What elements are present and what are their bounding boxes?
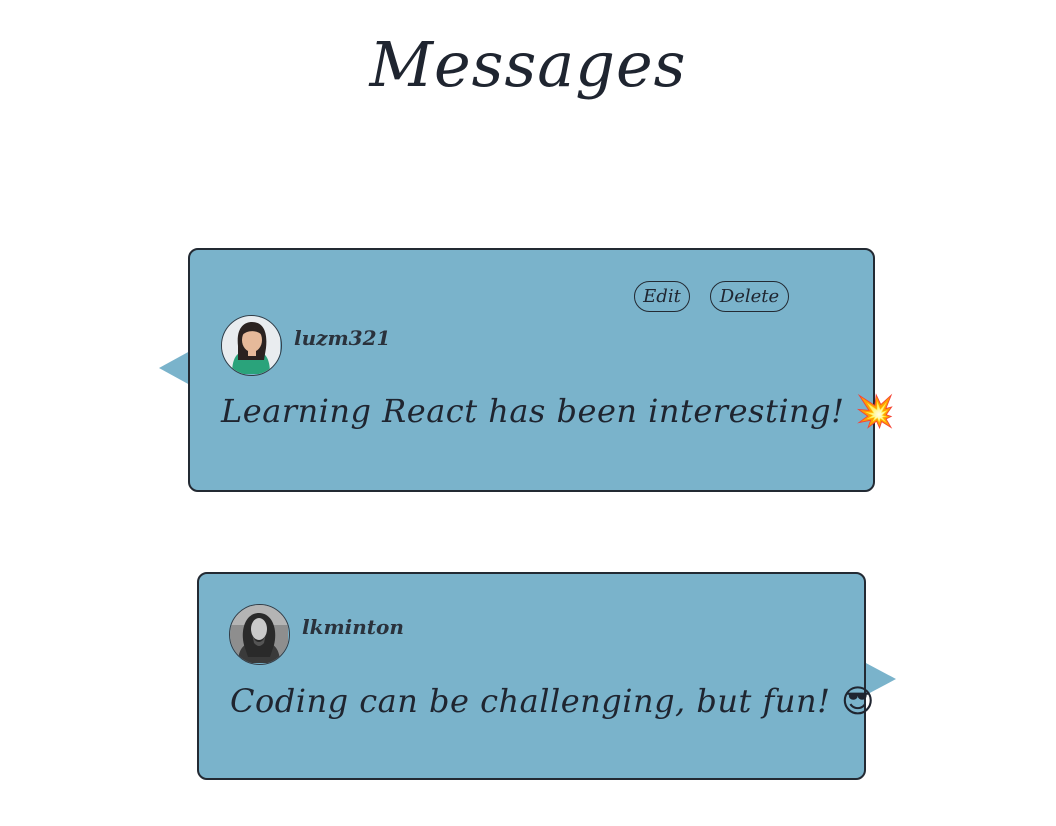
username: luzm321	[294, 326, 391, 350]
username: lkminton	[302, 615, 404, 639]
message-text: Learning React has been interesting! 💥	[221, 392, 896, 430]
message-text-content: Coding can be challenging, but fun!	[230, 682, 831, 720]
collision-emoji: 💥	[855, 392, 896, 430]
avatar	[229, 604, 290, 665]
edit-button[interactable]: Edit	[634, 281, 690, 312]
avatar-photo-luzm321	[222, 316, 280, 374]
page-title: Messages	[369, 28, 687, 101]
message-text-content: Learning React has been interesting!	[221, 392, 845, 430]
speech-bubble-tail-left	[159, 351, 190, 385]
message-text: Coding can be challenging, but fun! 😎	[230, 682, 875, 720]
sunglasses-emoji: 😎	[841, 682, 875, 720]
delete-button[interactable]: Delete	[710, 281, 789, 312]
message-card-2	[197, 572, 866, 780]
avatar-photo-lkminton	[230, 605, 288, 663]
avatar	[221, 315, 282, 376]
